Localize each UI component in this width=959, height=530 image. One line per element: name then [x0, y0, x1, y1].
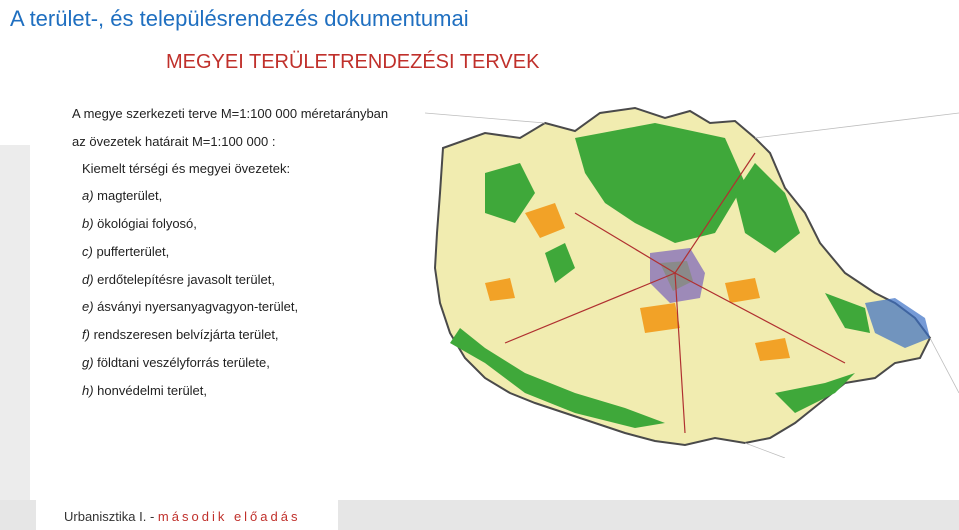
- zone-item: g) földtani veszélyforrás területe,: [82, 355, 270, 370]
- footer-course-name: Urbanisztika I. -: [64, 509, 158, 524]
- zone-item-text: magterület,: [93, 188, 163, 203]
- footer-left-block: [0, 500, 36, 530]
- intro-line-1: A megye szerkezeti terve M=1:100 000 mér…: [72, 106, 389, 121]
- zone-item-marker: d): [82, 272, 94, 287]
- zone-item-marker: h): [82, 383, 94, 398]
- zone-item-text: ásványi nyersanyagvagyon-terület,: [93, 299, 299, 314]
- zone-item-marker: f): [82, 327, 90, 342]
- zone-item-text: földtani veszélyforrás területe,: [93, 355, 270, 370]
- zone-item: h) honvédelmi terület,: [82, 383, 207, 398]
- zone-item-text: ökológiai folyosó,: [93, 216, 197, 231]
- zone-item-marker: e): [82, 299, 94, 314]
- zone-item-text: honvédelmi terület,: [93, 383, 208, 398]
- zone-item: d) erdőtelepítésre javasolt terület,: [82, 272, 275, 287]
- footer-right-block: [338, 500, 959, 530]
- zone-item-marker: a): [82, 188, 94, 203]
- zone-item-text: erdőtelepítésre javasolt terület,: [93, 272, 275, 287]
- zone-item: c) pufferterület,: [82, 244, 169, 259]
- intro-line-2: az övezetek határait M=1:100 000 :: [72, 134, 276, 149]
- zones-heading: Kiemelt térségi és megyei övezetek:: [82, 161, 291, 176]
- zone-item-marker: c): [82, 244, 93, 259]
- page-subtitle: MEGYEI TERÜLETRENDEZÉSI TERVEK: [166, 51, 540, 73]
- page-title: A terület-, és településrendezés dokumen…: [10, 6, 469, 31]
- zone-item-marker: b): [82, 216, 94, 231]
- zone-item-marker: g): [82, 355, 94, 370]
- county-structure-map: [425, 93, 959, 458]
- zone-item: b) ökológiai folyosó,: [82, 216, 197, 231]
- zone-item-text: rendszeresen belvízjárta terület,: [89, 327, 279, 342]
- zone-item-text: pufferterület,: [92, 244, 170, 259]
- left-accent-bar: [0, 145, 30, 505]
- zone-item: a) magterület,: [82, 188, 162, 203]
- footer-lecture: második előadás: [157, 509, 301, 524]
- zone-item: e) ásványi nyersanyagvagyon-terület,: [82, 299, 298, 314]
- footer-course: Urbanisztika I. - második előadás: [64, 509, 300, 524]
- zone-item: f) rendszeresen belvízjárta terület,: [82, 327, 279, 342]
